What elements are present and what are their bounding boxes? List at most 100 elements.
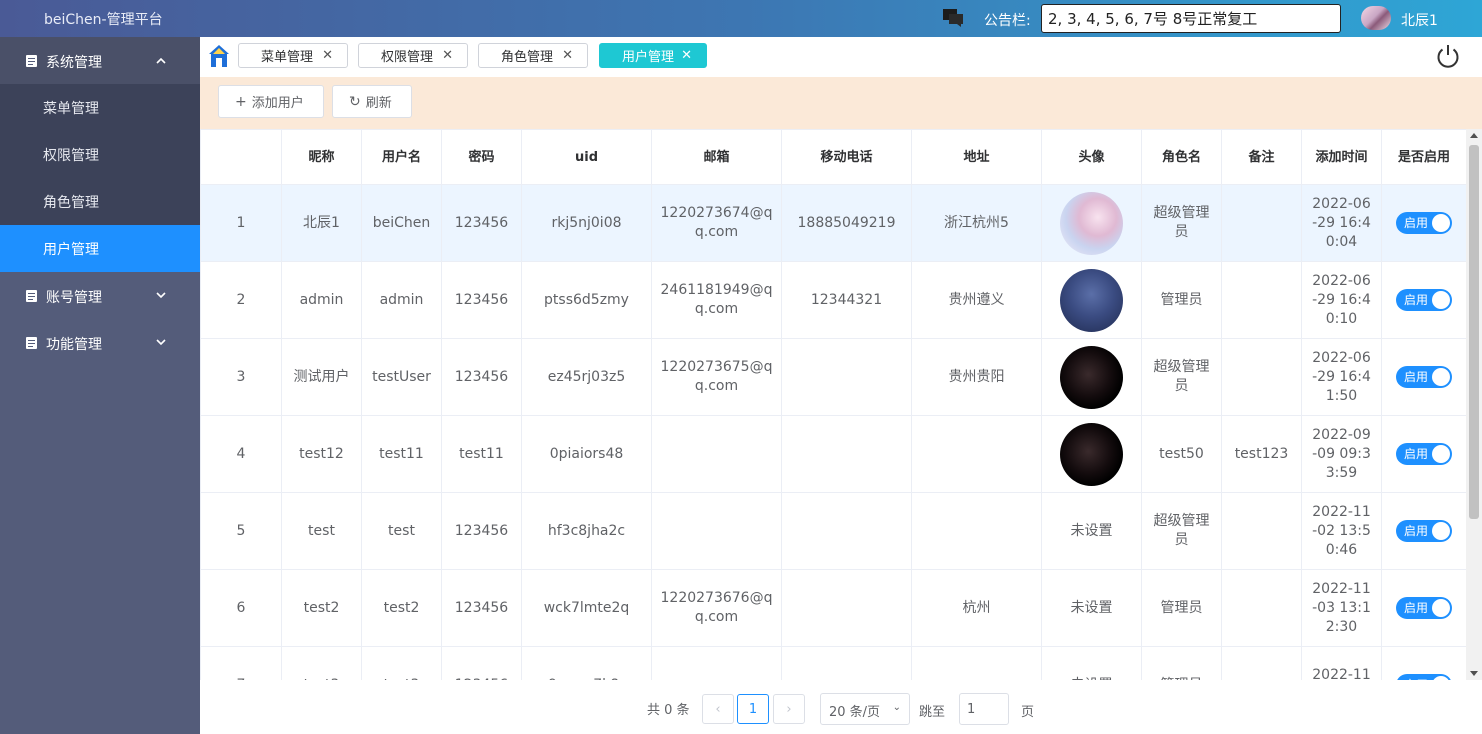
toggle-label: 启用 [1404,216,1429,230]
toggle-knob [1432,291,1450,309]
table-row[interactable]: 1 北辰1 beiChen 123456 rkj5nj0i08 12202736… [200,184,1466,262]
add-user-label: 添加用户 [251,96,304,111]
cell-uid: ez45rj03z5 [521,338,652,416]
page-suffix: 页 [1021,705,1035,720]
cell-enabled: 启用 [1381,261,1466,339]
cell-uid: 0piaiors48 [521,415,652,493]
enable-toggle[interactable]: 启用 [1396,520,1452,542]
column-header: uid [521,129,652,185]
page-size-select[interactable]: 20 条/页 ⌄ [820,693,910,725]
next-page-button[interactable]: › [773,694,805,724]
cell-time: 2022-11-03 13:12:30 [1301,569,1382,647]
cell-avatar: 未设置 [1041,646,1142,680]
user-avatar[interactable] [1361,6,1391,30]
cell-phone: 18885049219 [781,184,912,262]
cell-email: 1220273676@qq.com [651,569,782,647]
cell-time: 2022-06-29 16:40:10 [1301,261,1382,339]
toggle-label: 启用 [1404,447,1429,461]
sidebar-item-permission[interactable]: 权限管理 [0,131,200,178]
cell-password: 123456 [441,492,522,570]
table-row[interactable]: 7 test3 test3 123456 9oqwz7k8r 未设置 管理员 2… [200,646,1466,680]
chat-icon[interactable] [943,9,963,27]
cell-index: 2 [200,261,282,339]
chevron-down-icon [156,292,166,299]
table-row[interactable]: 4 test12 test11 test11 0piaiors48 test50… [200,415,1466,493]
column-header: 角色名 [1141,129,1222,185]
document-icon [26,337,37,349]
cell-username: testUser [361,338,442,416]
close-icon[interactable]: ✕ [442,48,453,63]
toggle-label: 启用 [1404,293,1429,307]
toggle-knob [1432,522,1450,540]
cell-index: 6 [200,569,282,647]
cell-nickname: 测试用户 [281,338,362,416]
app-title: beiChen-管理平台 [44,12,163,28]
tab-user[interactable]: 用户管理 ✕ [599,43,707,68]
sidebar-item-role[interactable]: 角色管理 [0,178,200,225]
enable-toggle[interactable]: 启用 [1396,443,1452,465]
scroll-thumb[interactable] [1469,145,1479,519]
cell-uid: 9oqwz7k8r [521,646,652,680]
cell-note [1221,184,1302,262]
add-user-button[interactable]: + 添加用户 [218,85,324,118]
column-header: 移动电话 [781,129,912,185]
cell-email: 1220273675@qq.com [651,338,782,416]
document-icon [26,290,37,302]
sidebar-item-menu[interactable]: 菜单管理 [0,84,200,131]
cell-address: 贵州贵阳 [911,338,1042,416]
table-row[interactable]: 2 admin admin 123456 ptss6d5zmy 24611819… [200,261,1466,339]
cell-phone [781,569,912,647]
cell-address [911,646,1042,680]
jump-label: 跳至 [919,705,946,720]
cell-email: 2461181949@qq.com [651,261,782,339]
table-row[interactable]: 3 测试用户 testUser 123456 ez45rj03z5 122027… [200,338,1466,416]
toggle-knob [1432,368,1450,386]
cell-password: 123456 [441,569,522,647]
sidebar-group-function[interactable]: 功能管理 [0,319,200,366]
enable-toggle[interactable]: 启用 [1396,212,1452,234]
sidebar-group-system[interactable]: 系统管理 [0,37,200,84]
column-header: 添加时间 [1301,129,1382,185]
chevron-down-icon: ⌄ [892,702,901,713]
cell-avatar [1041,415,1142,493]
sidebar-group-account[interactable]: 账号管理 [0,272,200,319]
cell-role: 超级管理员 [1141,492,1222,570]
power-icon[interactable] [1434,42,1462,70]
refresh-icon: ↻ [349,93,361,110]
close-icon[interactable]: ✕ [681,48,692,63]
cell-phone [781,338,912,416]
refresh-button[interactable]: ↻ 刷新 [332,85,412,118]
cell-note [1221,492,1302,570]
tab-permission[interactable]: 权限管理 ✕ [358,43,468,68]
column-header: 用户名 [361,129,442,185]
close-icon[interactable]: ✕ [562,48,573,63]
jump-page-input[interactable] [959,693,1009,725]
table-row[interactable]: 5 test test 123456 hf3c8jha2c 未设置 超级管理员 … [200,492,1466,570]
chevron-down-icon [156,339,166,346]
cell-phone [781,646,912,680]
chevron-up-icon [156,57,166,64]
enable-toggle[interactable]: 启用 [1396,597,1452,619]
close-icon[interactable]: ✕ [322,48,333,63]
tab-role[interactable]: 角色管理 ✕ [478,43,588,68]
cell-enabled: 启用 [1381,492,1466,570]
prev-page-button[interactable]: ‹ [702,694,734,724]
cell-time: 2022-06-29 16:41:50 [1301,338,1382,416]
scroll-down-icon[interactable] [1470,671,1478,676]
enable-toggle[interactable]: 启用 [1396,366,1452,388]
toggle-knob [1432,214,1450,232]
notice-input[interactable] [1041,4,1341,33]
sidebar-item-user[interactable]: 用户管理 [0,225,200,272]
cell-uid: hf3c8jha2c [521,492,652,570]
scroll-up-icon[interactable] [1470,133,1478,138]
home-icon[interactable] [208,44,230,68]
page-button-current[interactable]: 1 [737,694,769,724]
table-row[interactable]: 6 test2 test2 123456 wck7lmte2q 12202736… [200,569,1466,647]
cell-username: admin [361,261,442,339]
cell-password: 123456 [441,646,522,680]
enable-toggle[interactable]: 启用 [1396,289,1452,311]
tab-menu[interactable]: 菜单管理 ✕ [238,43,348,68]
table-scrollbar[interactable] [1466,129,1482,680]
avatar [1060,345,1123,409]
user-name[interactable]: 北辰1 [1401,10,1438,30]
